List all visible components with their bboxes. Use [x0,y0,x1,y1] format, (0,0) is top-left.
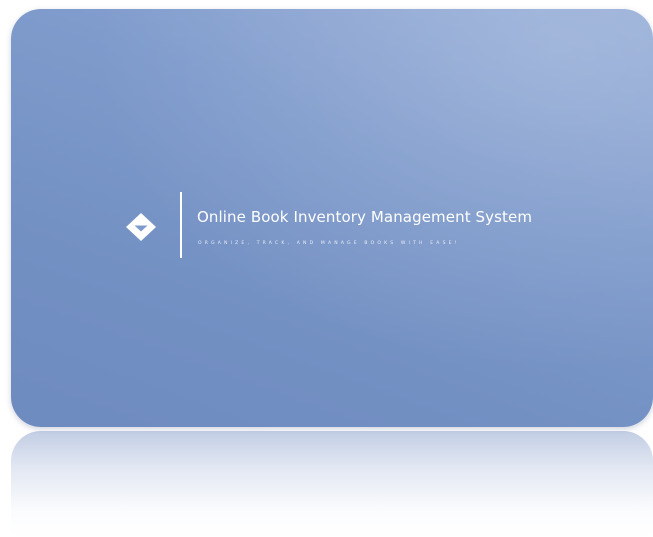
diamond-chevron-down-icon [126,213,156,241]
app-tagline: ORGANIZE, TRACK, AND MANAGE BOOKS WITH E… [198,241,460,246]
hero-card: Online Book Inventory Management System … [11,9,653,427]
screen: Online Book Inventory Management System … [0,0,653,537]
vertical-divider [180,192,182,258]
card-reflection [11,431,653,537]
app-title: Online Book Inventory Management System [197,208,533,226]
